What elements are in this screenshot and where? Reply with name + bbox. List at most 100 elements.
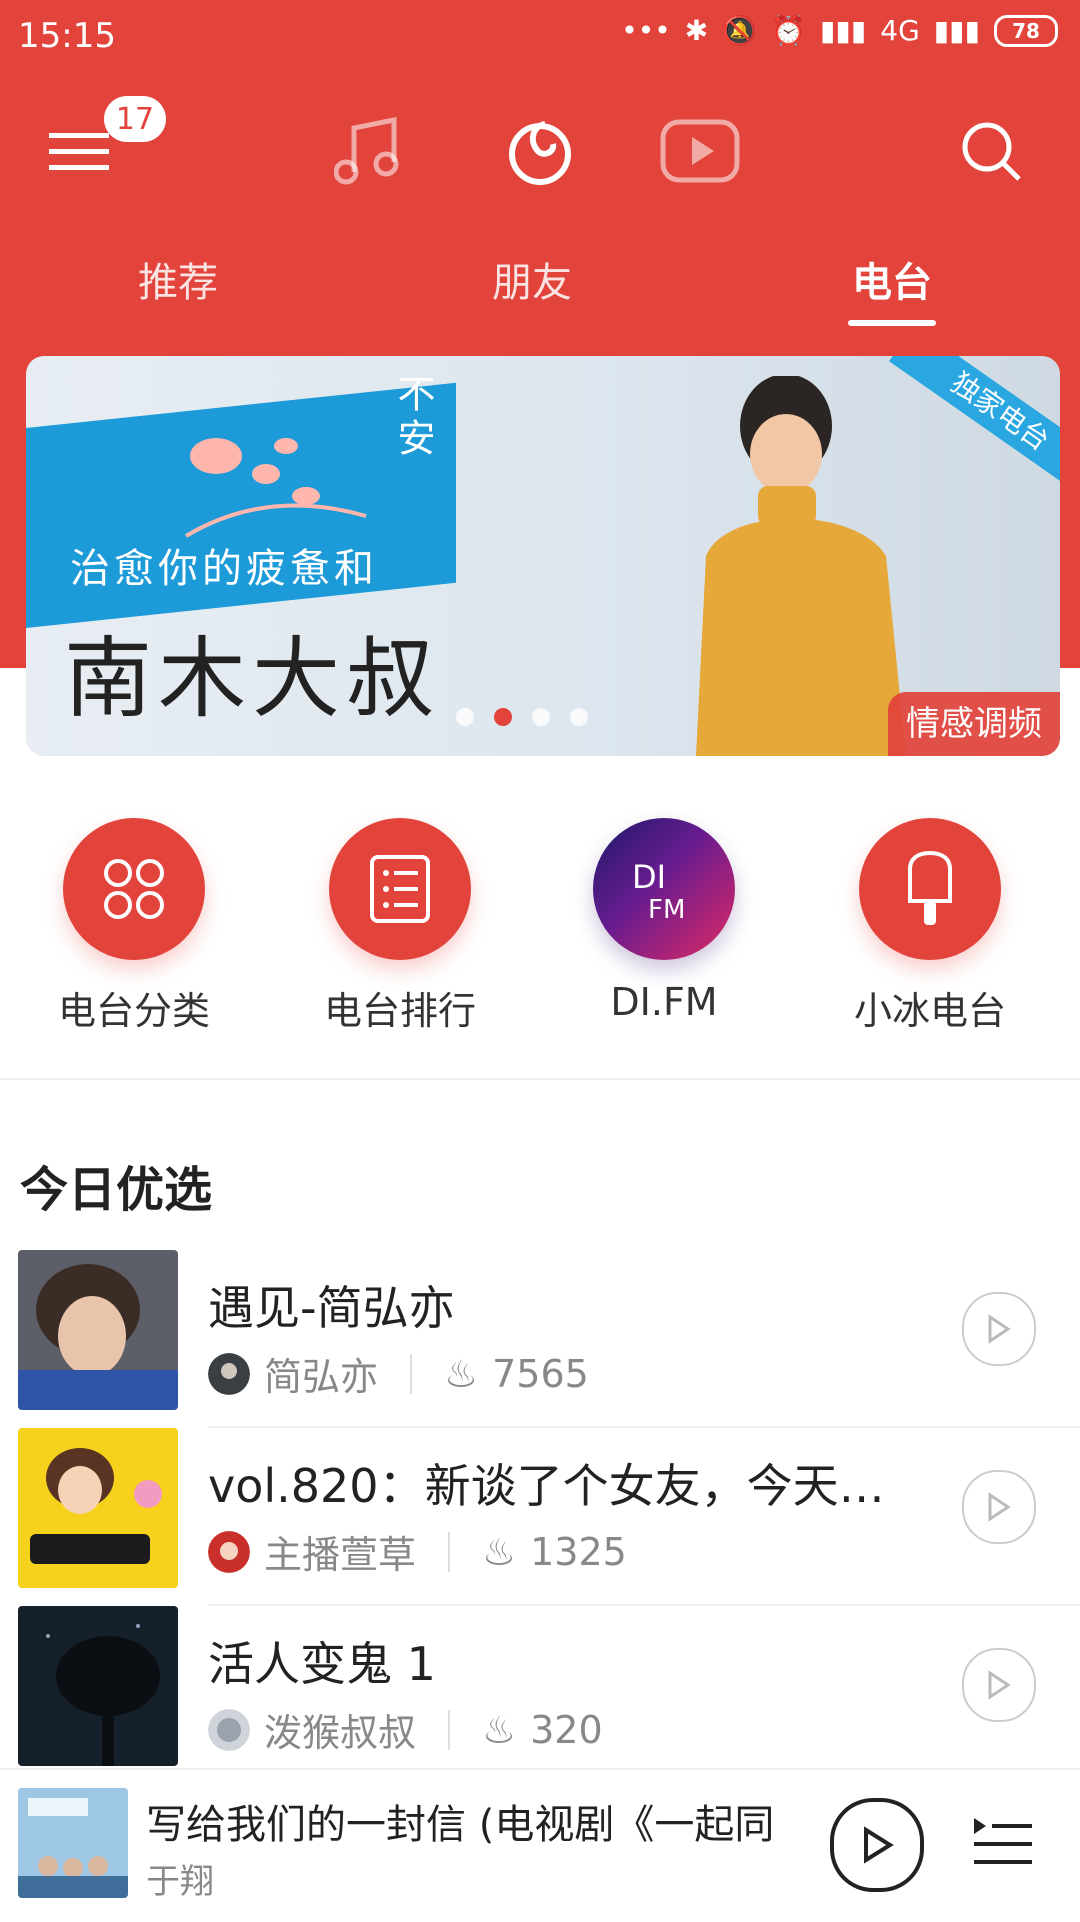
search-button[interactable] (936, 96, 1046, 206)
section-title: 今日优选 (20, 1162, 213, 1218)
entry-label: 电台分类 (57, 989, 210, 1033)
list-item[interactable]: 活人变鬼 1 泼猴叔叔 ♨ 320 (0, 1606, 1080, 1784)
now-playing-title: 写给我们的一封信 (电视剧《一起同 (146, 1802, 775, 1848)
program-cover (18, 1250, 178, 1410)
ranking-list-icon (370, 855, 430, 923)
host-name: 主播萱草 (264, 1533, 417, 1577)
play-icon (988, 1492, 1011, 1522)
meta-separator (410, 1353, 413, 1394)
entry-label: 电台排行 (323, 989, 476, 1033)
play-button[interactable] (962, 1470, 1036, 1544)
menu-icon (49, 133, 109, 170)
pagination-dot (532, 708, 550, 726)
meta-separator (448, 1709, 451, 1750)
video-tab-button[interactable] (645, 96, 755, 206)
pagination-dot-active (494, 708, 512, 726)
player-play-button[interactable] (830, 1798, 924, 1892)
host-avatar (208, 1530, 250, 1573)
entry-circle: DI FM (593, 818, 735, 960)
entry-circle (63, 818, 205, 960)
program-cover (18, 1606, 178, 1766)
entry-radio-category[interactable]: 电台分类 (34, 818, 234, 1035)
entry-radio-ranking[interactable]: 电台排行 (300, 818, 500, 1035)
signal-icon: ▮▮▮ (820, 14, 867, 47)
music-note-icon (334, 116, 399, 185)
banner-subtitle-vertical: 不安 (391, 374, 435, 462)
play-button[interactable] (962, 1292, 1036, 1366)
video-play-icon (660, 119, 740, 183)
host-photo (696, 376, 906, 756)
menu-button[interactable]: 17 (24, 96, 166, 206)
playlist-button[interactable] (968, 1808, 1038, 1878)
ice-pop-icon (908, 850, 952, 925)
netease-home-button[interactable] (485, 96, 595, 206)
entry-xiaobing-radio[interactable]: 小冰电台 (830, 818, 1030, 1035)
top-header: 17 (0, 96, 1080, 216)
flame-icon: ♨ (482, 1707, 517, 1752)
flame-icon: ♨ (444, 1351, 479, 1396)
netease-logo-icon (509, 121, 571, 185)
entry-circle (859, 818, 1001, 960)
mute-bell-icon: 🔕 (722, 14, 758, 47)
play-count: 320 (530, 1707, 603, 1752)
entry-difm[interactable]: DI FM DI.FM (564, 818, 764, 1024)
top-tabs: 推荐 朋友 电台 (0, 250, 1080, 330)
status-icons: ••• ✱ 🔕 ⏰ ▮▮▮ 4G ▮▮▮ 78 (621, 14, 1058, 47)
active-tab-indicator (848, 320, 936, 326)
tab-recommend[interactable]: 推荐 (78, 250, 278, 308)
banner-title: 南木大叔 (64, 627, 441, 730)
banner-category-tag: 情感调频 (888, 692, 1060, 756)
program-title: vol.820：新谈了个女友，今天… (208, 1459, 885, 1513)
program-meta: 主播萱草 ♨ 1325 (208, 1524, 627, 1579)
difm-logo-icon: DI FM (632, 858, 685, 924)
promo-banner[interactable]: 治愈你的疲惫和 不安 南木大叔 独家电台 情感调频 (26, 356, 1060, 756)
entry-label: DI.FM (610, 980, 718, 1024)
now-playing-artist: 于翔 (146, 1862, 214, 1902)
category-icon (104, 859, 164, 919)
pagination-dot (456, 708, 474, 726)
mini-player[interactable]: 写给我们的一封信 (电视剧《一起同 于翔 (0, 1768, 1080, 1922)
entry-label: 小冰电台 (853, 989, 1006, 1033)
list-item[interactable]: vol.820：新谈了个女友，今天… 主播萱草 ♨ 1325 (0, 1428, 1080, 1606)
bluetooth-icon: ✱ (684, 14, 709, 47)
play-icon (864, 1826, 894, 1864)
play-button[interactable] (962, 1648, 1036, 1722)
program-meta: 简弘亦 ♨ 7565 (208, 1346, 589, 1401)
flame-icon: ♨ (482, 1529, 517, 1574)
banner-pagination (456, 708, 588, 726)
svg-text:DI: DI (632, 858, 666, 896)
music-tab-button[interactable] (312, 96, 422, 206)
host-avatar (208, 1708, 250, 1751)
status-time: 15:15 (18, 16, 116, 56)
play-icon (988, 1314, 1011, 1344)
svg-text:FM: FM (648, 895, 685, 924)
now-playing-cover (18, 1788, 128, 1898)
program-title: 活人变鬼 1 (208, 1637, 436, 1691)
play-count: 7565 (492, 1351, 589, 1396)
network-type: 4G (880, 14, 920, 47)
program-cover (18, 1428, 178, 1588)
pagination-dot (570, 708, 588, 726)
host-avatar (208, 1352, 250, 1395)
host-name: 简弘亦 (264, 1355, 379, 1399)
notification-badge: 17 (104, 96, 166, 142)
quick-entry-row: 电台分类 电台排行 DI FM DI.FM 小冰电台 (0, 818, 1080, 1038)
section-divider (0, 1078, 1080, 1080)
banner-subtitle: 治愈你的疲惫和 (70, 546, 378, 592)
search-icon (962, 122, 1021, 181)
play-count: 1325 (530, 1529, 627, 1574)
alarm-icon: ⏰ (771, 14, 807, 47)
status-bar: 15:15 ••• ✱ 🔕 ⏰ ▮▮▮ 4G ▮▮▮ 78 (0, 0, 1080, 72)
program-meta: 泼猴叔叔 ♨ 320 (208, 1702, 603, 1757)
more-icon: ••• (621, 14, 671, 47)
list-item[interactable]: 遇见-简弘亦 简弘亦 ♨ 7565 (0, 1250, 1080, 1428)
tab-friends[interactable]: 朋友 (432, 250, 632, 308)
today-picks-list: 遇见-简弘亦 简弘亦 ♨ 7565 vol.820：新谈了个女友，今天… 主播萱… (0, 1250, 1080, 1784)
tab-radio[interactable]: 电台 (792, 250, 992, 308)
entry-circle (329, 818, 471, 960)
signal-icon-2: ▮▮▮ (933, 14, 980, 47)
play-icon (988, 1670, 1011, 1700)
battery-indicator: 78 (994, 14, 1058, 47)
host-name: 泼猴叔叔 (264, 1711, 417, 1755)
program-title: 遇见-简弘亦 (208, 1281, 455, 1335)
